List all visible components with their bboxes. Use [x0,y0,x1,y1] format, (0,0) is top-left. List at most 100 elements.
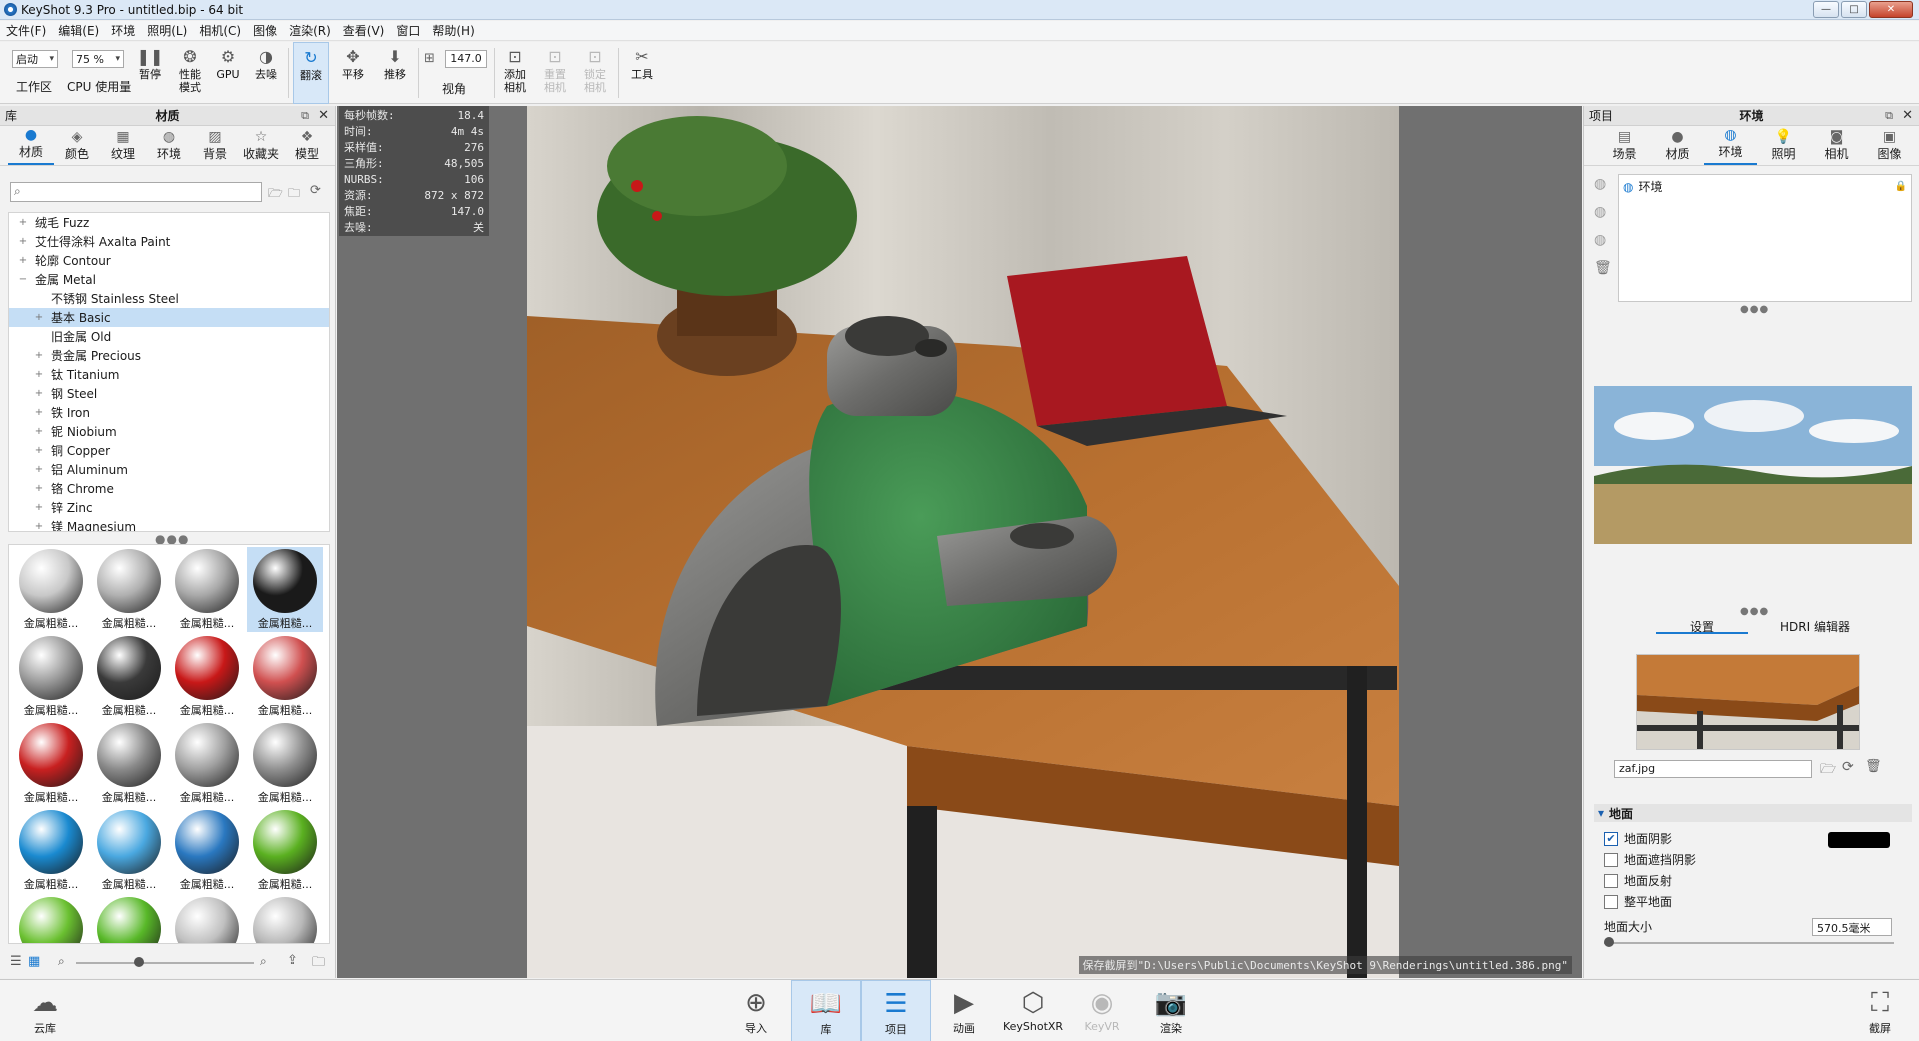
duplicate-environment-icon[interactable]: ◍ [1594,204,1606,220]
ground-size-input[interactable]: 570.5毫米 [1812,918,1892,936]
menu-camera[interactable]: 相机(C) [193,22,247,39]
tree-item[interactable]: + 锌 Zinc [9,498,329,517]
ground-shadow-row[interactable]: ✔ 地面阴影 [1604,830,1672,847]
tree-item[interactable]: + 铜 Copper [9,441,329,460]
ground-size-slider[interactable] [1604,942,1894,944]
tab-scene[interactable]: ▤ 场景 [1598,129,1651,165]
gpu-button[interactable]: ⚙ GPU [212,42,244,104]
expand-toggle-icon[interactable]: + [33,483,45,494]
material-thumbnail[interactable]: 金属粗糙... [247,721,323,806]
tree-item[interactable]: + 基本 Basic [9,308,329,327]
material-thumbnail[interactable]: 金属粗糙... [247,895,323,943]
dolly-button[interactable]: ⬇ 推移 [378,42,412,104]
hdri-preview[interactable] [1594,386,1912,544]
expand-toggle-icon[interactable]: + [33,502,45,513]
expand-toggle-icon[interactable]: + [33,464,45,475]
ground-section-header[interactable]: ▾ 地面 [1594,804,1912,822]
ground-shadow-checkbox[interactable]: ✔ [1604,831,1618,846]
material-thumbnail[interactable]: 金属粗糙... [91,547,167,632]
menu-edit[interactable]: 编辑(E) [52,22,105,39]
flatten-ground-checkbox[interactable] [1604,894,1618,909]
performance-mode-button[interactable]: ❂ 性能 模式 [172,42,208,104]
tree-item[interactable]: + 铌 Niobium [9,422,329,441]
tab-image[interactable]: ▣ 图像 [1863,129,1916,165]
material-thumbnail[interactable]: 金属粗糙... [13,634,89,719]
tab-camera[interactable]: ◙ 相机 [1810,129,1863,165]
screenshot-button[interactable]: ⛶ 截屏 [1845,980,1915,1041]
denoise-button[interactable]: ◑ 去噪 [250,42,282,104]
copy-environment-icon[interactable]: ◍ [1594,232,1606,248]
add-camera-button[interactable]: ⊡ 添加 相机 [498,42,532,104]
material-thumbnail[interactable]: 金属粗糙... [91,634,167,719]
expand-toggle-icon[interactable]: + [33,521,45,531]
close-panel-icon[interactable]: ✕ [318,108,329,123]
float-panel-icon[interactable]: ⧉ [1885,109,1893,123]
close-panel-icon[interactable]: ✕ [1902,108,1913,123]
material-thumbnail[interactable]: 金属粗糙... [169,895,245,943]
project-toggle-button[interactable]: ☰ 项目 [861,980,931,1041]
tree-item[interactable]: + 钢 Steel [9,384,329,403]
tab-colors[interactable]: ◈ 颜色 [54,129,100,165]
refresh-icon[interactable]: ⟳ [310,183,321,198]
material-thumbnail[interactable]: 金属粗糙... [247,634,323,719]
menu-file[interactable]: 文件(F) [0,22,52,39]
splitter-dots[interactable]: ●●● [1740,606,1769,617]
tree-item[interactable]: + 轮廓 Contour [9,251,329,270]
maximize-button[interactable]: □ [1841,1,1867,18]
fov-input[interactable]: 147.0 [445,50,487,68]
tab-environments[interactable]: ◍ 环境 [146,129,192,165]
tab-hdri-editor[interactable]: HDRI 编辑器 [1760,618,1870,634]
cloud-library-button[interactable]: ☁ 云库 [10,980,80,1041]
folder-icon[interactable]: 🗀 [312,953,325,975]
tree-item[interactable]: + 贵金属 Precious [9,346,329,365]
folder-add-icon[interactable]: 🗀 [288,184,300,205]
ground-reflection-row[interactable]: 地面反射 [1604,872,1672,889]
tree-item[interactable]: + 绒毛 Fuzz [9,213,329,232]
material-thumbnail[interactable]: 金属粗糙... [13,547,89,632]
import-button[interactable]: ⊕ 导入 [721,980,791,1041]
material-thumbnail[interactable]: 金属粗糙... [91,808,167,893]
material-thumbnail[interactable]: 金属粗糙... [13,895,89,943]
ground-occlusion-checkbox[interactable] [1604,852,1618,867]
material-thumbnail[interactable]: 金属粗糙... [91,721,167,806]
lock-icon[interactable]: 🔒 [1895,181,1907,192]
zoom-out-icon[interactable]: ⌕ [58,954,65,969]
float-panel-icon[interactable]: ⧉ [301,109,309,123]
tab-lighting[interactable]: 💡 照明 [1757,129,1810,165]
tools-button[interactable]: ✂ 工具 [624,42,660,104]
tree-item[interactable]: + 钛 Titanium [9,365,329,384]
list-view-icon[interactable]: ☰ [10,954,22,969]
material-thumbnail[interactable]: 金属粗糙... [169,634,245,719]
tab-favorites[interactable]: ☆ 收藏夹 [238,129,284,165]
splitter-dots[interactable]: ●●● [1740,304,1769,315]
menu-render[interactable]: 渲染(R) [283,22,337,39]
material-thumbnail[interactable]: 金属粗糙... [169,547,245,632]
material-thumbnail[interactable]: 金属粗糙... [247,808,323,893]
tab-settings[interactable]: 设置 [1656,618,1748,634]
ground-shadow-color-swatch[interactable] [1828,832,1890,848]
library-search-input[interactable]: ⌕ [10,182,262,202]
minimize-button[interactable]: — [1813,1,1839,18]
delete-icon[interactable]: 🗑 [1594,260,1612,276]
expand-toggle-icon[interactable]: + [33,388,45,399]
tab-environment[interactable]: ◍ 环境 [1704,127,1757,165]
cpu-usage-select[interactable]: 75 % [72,50,124,68]
menu-image[interactable]: 图像 [247,22,283,39]
pan-button[interactable]: ✥ 平移 [336,42,370,104]
tab-textures[interactable]: ▦ 纹理 [100,129,146,165]
lock-camera-button[interactable]: ⊡ 锁定 相机 [578,42,612,104]
reset-camera-button[interactable]: ⊡ 重置 相机 [538,42,572,104]
material-thumbnail[interactable]: 金属粗糙... [13,721,89,806]
tumble-button[interactable]: ↻ 翻滚 [293,42,329,104]
backplate-file-input[interactable]: zaf.jpg [1614,760,1812,778]
expand-toggle-icon[interactable]: + [33,445,45,456]
menu-window[interactable]: 窗口 [390,22,426,39]
render-viewport[interactable]: 每秒帧数: 18.4 时间: 4m 4s 采样值: 276 三角形: 48,505 NURBS:… [337,106,1582,978]
flatten-ground-row[interactable]: 整平地面 [1604,893,1672,910]
expand-toggle-icon[interactable]: + [33,426,45,437]
expand-toggle-icon[interactable]: − [17,274,29,285]
folder-open-icon[interactable]: 🗁 [1820,760,1836,782]
add-environment-icon[interactable]: ◍ [1594,176,1606,192]
tree-item[interactable]: + 艾仕得涂料 Axalta Paint [9,232,329,251]
ground-occlusion-row[interactable]: 地面遮挡阴影 [1604,851,1696,868]
